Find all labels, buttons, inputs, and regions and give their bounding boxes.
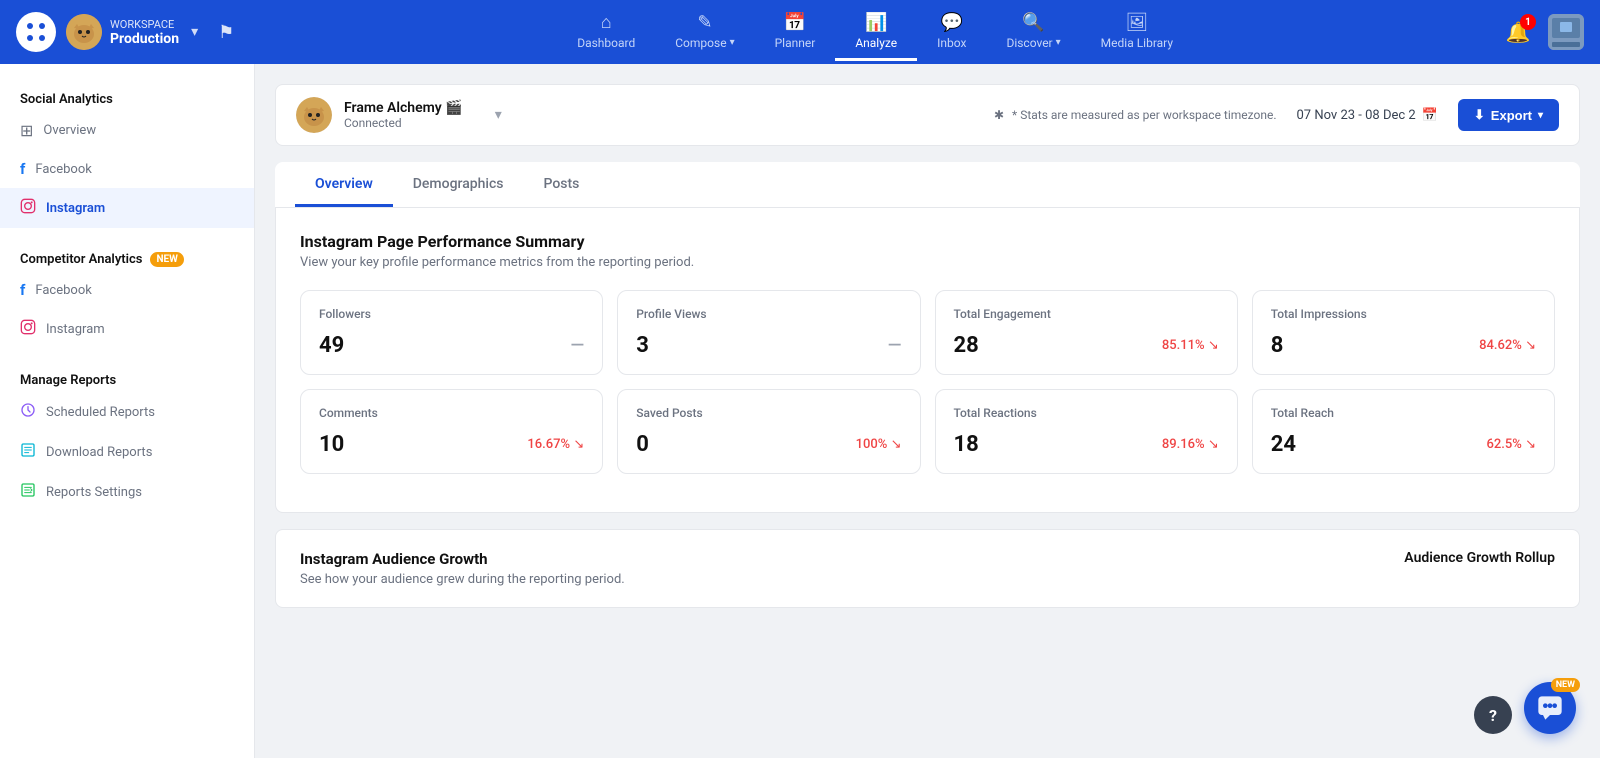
nav-item-dashboard[interactable]: ⌂ Dashboard [557,4,655,61]
tab-overview[interactable]: Overview [295,162,393,207]
compose-icon: ✎ [697,12,712,33]
nav-item-analyze[interactable]: 📊 Analyze [835,4,917,61]
performance-section-title: Instagram Page Performance Summary [300,232,1555,251]
tabs-bar: Overview Demographics Posts [275,162,1580,208]
sidebar: Social Analytics ⊞ Overview f Facebook I… [0,64,255,758]
nav-items: ⌂ Dashboard ✎ Compose ▾ 📅 Planner 📊 Anal… [250,4,1500,61]
chat-bot-bubble[interactable]: NEW [1524,682,1576,734]
nav-item-discover[interactable]: 🔍 Discover ▾ [986,4,1080,61]
metric-card-saved-posts: Saved Posts 0 100% ↘ [617,389,920,474]
export-chevron-icon: ▾ [1538,110,1543,121]
metrics-grid-row2: Comments 10 16.67% ↘ Saved Posts 0 100% … [300,389,1555,474]
metric-card-total-reach: Total Reach 24 62.5% ↘ [1252,389,1555,474]
sidebar-item-download-reports[interactable]: Download Reports [0,432,254,472]
tab-demographics[interactable]: Demographics [393,162,524,207]
inbox-icon: 💬 [941,12,963,33]
account-avatar [296,97,332,133]
sidebar-item-overview[interactable]: ⊞ Overview [0,111,254,150]
metric-card-total-impressions: Total Impressions 8 84.62% ↘ [1252,290,1555,375]
notification-badge: 1 [1520,14,1536,30]
audience-rollup-title: Audience Growth Rollup [1404,550,1555,566]
planner-icon: 📅 [784,12,806,33]
dashboard-icon: ⌂ [601,12,612,33]
notification-bell[interactable]: 🔔 1 [1500,14,1536,50]
audience-left: Instagram Audience Growth See how your a… [300,550,625,587]
comp-instagram-icon [20,319,36,339]
app-logo[interactable] [16,12,56,52]
reports-settings-icon [20,482,36,502]
help-icon: ? [1489,706,1497,725]
timezone-star-icon: ✱ [994,108,1004,122]
discover-icon: 🔍 [1022,12,1044,33]
metric-card-total-engagement: Total Engagement 28 85.11% ↘ [935,290,1238,375]
compose-chevron-icon: ▾ [730,37,735,48]
flag-icon[interactable]: ⚑ [218,22,234,43]
workspace-avatar [66,14,102,50]
sidebar-item-comp-instagram[interactable]: Instagram [0,309,254,349]
discover-chevron-icon: ▾ [1056,37,1061,48]
export-download-icon: ⬇ [1474,107,1485,123]
workspace-selector[interactable]: WORKSPACE Production ▾ [66,14,198,50]
instagram-icon [20,198,36,218]
nav-right-actions: 🔔 1 [1500,14,1584,50]
content-area: Instagram Page Performance Summary View … [275,208,1580,513]
facebook-icon: f [20,160,25,178]
chat-new-badge: NEW [1551,678,1580,692]
sidebar-item-scheduled-reports[interactable]: Scheduled Reports [0,392,254,432]
metric-card-profile-views: Profile Views 3 — [617,290,920,375]
sidebar-item-comp-facebook[interactable]: f Facebook [0,271,254,309]
account-chevron-icon: ▾ [495,107,502,123]
main-content: Frame Alchemy 🎬 Connected ▾ ✱ * Stats ar… [255,64,1600,758]
calendar-icon: 📅 [1422,108,1438,123]
metric-card-comments: Comments 10 16.67% ↘ [300,389,603,474]
account-bar: Frame Alchemy 🎬 Connected ▾ ✱ * Stats ar… [275,84,1580,146]
comp-facebook-icon: f [20,281,25,299]
nav-item-media-library[interactable]: 🖼 Media Library [1081,4,1193,61]
date-range-picker[interactable]: 07 Nov 23 - 08 Dec 2 📅 [1297,108,1438,123]
account-info: Frame Alchemy 🎬 Connected [344,100,463,130]
top-navigation: WORKSPACE Production ▾ ⚑ ⌂ Dashboard ✎ C… [0,0,1600,64]
main-layout: Social Analytics ⊞ Overview f Facebook I… [0,64,1600,758]
audience-section: Instagram Audience Growth See how your a… [275,529,1580,608]
metric-card-followers: Followers 49 — [300,290,603,375]
sidebar-section-social-analytics: Social Analytics [0,84,254,111]
performance-section-subtitle: View your key profile performance metric… [300,255,1555,270]
analyze-icon: 📊 [865,12,887,33]
user-avatar[interactable] [1548,14,1584,50]
metric-card-total-reactions: Total Reactions 18 89.16% ↘ [935,389,1238,474]
media-library-icon: 🖼 [1125,12,1148,33]
sidebar-item-instagram[interactable]: Instagram [0,188,254,228]
metrics-grid-row1: Followers 49 — Profile Views 3 — Total E… [300,290,1555,375]
nav-item-inbox[interactable]: 💬 Inbox [917,4,986,61]
sidebar-section-competitor-analytics: Competitor Analytics NEW [0,244,254,271]
sidebar-section-manage-reports: Manage Reports [0,365,254,392]
workspace-info: WORKSPACE Production [110,18,179,47]
sidebar-item-reports-settings[interactable]: Reports Settings [0,472,254,512]
workspace-chevron-icon[interactable]: ▾ [191,24,198,40]
overview-icon: ⊞ [20,121,33,140]
account-selector[interactable]: Frame Alchemy 🎬 Connected ▾ [296,97,994,133]
export-button[interactable]: ⬇ Export ▾ [1458,99,1559,131]
audience-section-subtitle: See how your audience grew during the re… [300,572,625,587]
nav-item-compose[interactable]: ✎ Compose ▾ [655,4,754,61]
tab-posts[interactable]: Posts [524,162,600,207]
competitor-analytics-badge: NEW [150,252,183,267]
nav-item-planner[interactable]: 📅 Planner [755,4,836,61]
account-meta: ✱ * Stats are measured as per workspace … [994,108,1277,122]
audience-section-title: Instagram Audience Growth [300,550,625,568]
help-bubble[interactable]: ? [1474,696,1512,734]
scheduled-reports-icon [20,402,36,422]
download-reports-icon [20,442,36,462]
sidebar-item-facebook[interactable]: f Facebook [0,150,254,188]
